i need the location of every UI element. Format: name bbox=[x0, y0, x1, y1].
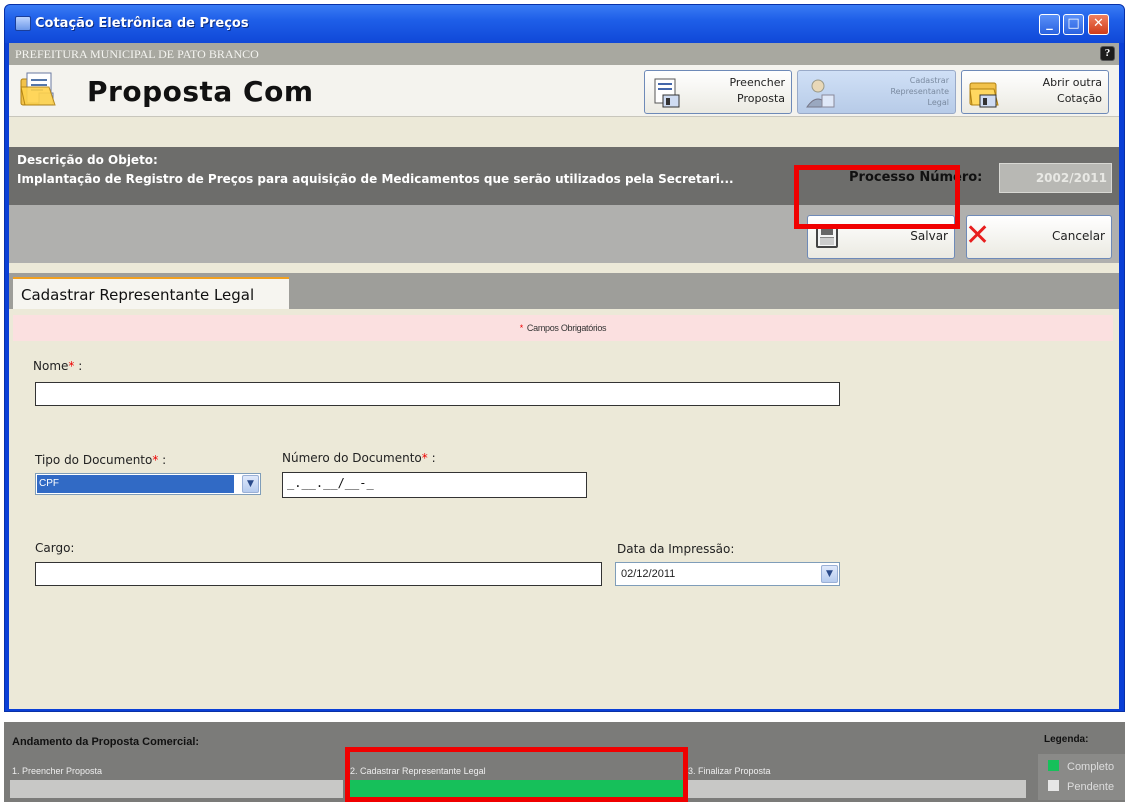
cancel-button[interactable]: ✕ Cancelar bbox=[965, 215, 1112, 259]
cancel-label: Cancelar bbox=[1052, 229, 1105, 243]
window-content: PREFEITURA MUNICIPAL DE PATO BRANCO ? Pr… bbox=[9, 43, 1119, 709]
nome-input[interactable] bbox=[35, 382, 840, 406]
numero-documento-input[interactable]: _.__.__/__-_ bbox=[282, 472, 587, 498]
representative-icon bbox=[806, 79, 835, 108]
nome-colon: : bbox=[74, 359, 83, 373]
step-3-label: 3. Finalizar Proposta bbox=[688, 766, 771, 776]
page-title: Proposta Com bbox=[87, 75, 314, 108]
minimize-button[interactable]: _ bbox=[1039, 14, 1060, 35]
numero-colon: : bbox=[427, 451, 436, 465]
title-bar[interactable]: Cotação Eletrônica de Preços _ □ ✕ bbox=[5, 5, 1124, 43]
window-title: Cotação Eletrônica de Preços bbox=[35, 16, 249, 31]
folder-document-icon bbox=[20, 72, 56, 106]
legend: Completo Pendente bbox=[1038, 754, 1125, 800]
legend-pendente-label: Pendente bbox=[1067, 781, 1115, 793]
legend-title: Legenda: bbox=[1044, 734, 1089, 745]
calendar-dropdown-icon[interactable]: ▼ bbox=[821, 565, 838, 583]
legend-item-completo: Completo bbox=[1048, 760, 1114, 773]
tab-strip: Cadastrar Representante Legal bbox=[9, 273, 1119, 309]
form-icon bbox=[654, 78, 680, 108]
organization-name: PREFEITURA MUNICIPAL DE PATO BRANCO bbox=[15, 47, 259, 61]
cargo-label: Cargo: bbox=[35, 541, 75, 555]
organization-bar: PREFEITURA MUNICIPAL DE PATO BRANCO ? bbox=[9, 43, 1119, 65]
tab-cadastrar-representante[interactable]: Cadastrar Representante Legal bbox=[13, 277, 289, 309]
cargo-input[interactable] bbox=[35, 562, 602, 586]
legend-completo-label: Completo bbox=[1067, 761, 1115, 773]
step-1-label: 1. Preencher Proposta bbox=[12, 766, 103, 776]
progress-title: Andamento da Proposta Comercial: bbox=[12, 736, 200, 748]
app-icon bbox=[15, 16, 31, 31]
cadastrar-representante-button[interactable]: Cadastrar Representante Legal bbox=[797, 70, 956, 114]
abrir-outra-cotacao-button[interactable]: Abrir outra Cotação bbox=[961, 70, 1109, 114]
nome-label-text: Nome bbox=[33, 359, 69, 373]
legend-swatch-completo bbox=[1048, 760, 1059, 771]
tipo-documento-value: CPF bbox=[37, 475, 234, 493]
representative-form: * Campos Obrigatórios Nome* : Tipo do Doc… bbox=[9, 309, 1119, 709]
process-number-field: 2002/2011 bbox=[999, 163, 1112, 193]
required-fields-note: * Campos Obrigatórios bbox=[13, 315, 1113, 341]
tipo-documento-label: Tipo do Documento* : bbox=[35, 453, 166, 467]
close-button[interactable]: ✕ bbox=[1088, 14, 1109, 35]
folder-open-icon bbox=[969, 82, 999, 108]
cancel-icon: ✕ bbox=[965, 218, 991, 253]
legend-swatch-pendente bbox=[1048, 780, 1059, 791]
save-label: Salvar bbox=[910, 229, 948, 243]
data-impressao-picker[interactable]: 02/12/2011 ▼ bbox=[615, 562, 840, 586]
tipo-documento-select[interactable]: CPF ▼ bbox=[35, 473, 261, 495]
required-star: * bbox=[519, 323, 524, 333]
chevron-down-icon[interactable]: ▼ bbox=[242, 475, 259, 493]
data-impressao-value: 02/12/2011 bbox=[621, 568, 676, 580]
description-value: Implantação de Registro de Preços para a… bbox=[17, 172, 734, 186]
numero-label-text: Número do Documento bbox=[282, 451, 422, 465]
step-1-bar bbox=[10, 780, 343, 798]
numero-documento-label: Número do Documento* : bbox=[282, 451, 436, 465]
description-label: Descrição do Objeto: bbox=[17, 153, 158, 167]
tipo-label-text: Tipo do Documento bbox=[35, 453, 153, 467]
page-header: Proposta Com Preencher Proposta Cadastra… bbox=[9, 65, 1119, 117]
maximize-button[interactable]: □ bbox=[1063, 14, 1084, 35]
tipo-colon: : bbox=[158, 453, 167, 467]
save-icon bbox=[816, 226, 838, 248]
data-impressao-label: Data da Impressão: bbox=[617, 542, 735, 556]
nome-label: Nome* : bbox=[33, 359, 82, 373]
current-step-highlight bbox=[345, 747, 688, 802]
save-button-highlight bbox=[794, 165, 960, 229]
step-3-bar bbox=[688, 780, 1026, 798]
required-note-text: Campos Obrigatórios bbox=[526, 323, 607, 333]
help-icon[interactable]: ? bbox=[1100, 46, 1115, 61]
legend-item-pendente: Pendente bbox=[1048, 780, 1114, 793]
app-window: Cotação Eletrônica de Preços _ □ ✕ PREFE… bbox=[4, 4, 1125, 712]
preencher-proposta-button[interactable]: Preencher Proposta bbox=[644, 70, 792, 114]
